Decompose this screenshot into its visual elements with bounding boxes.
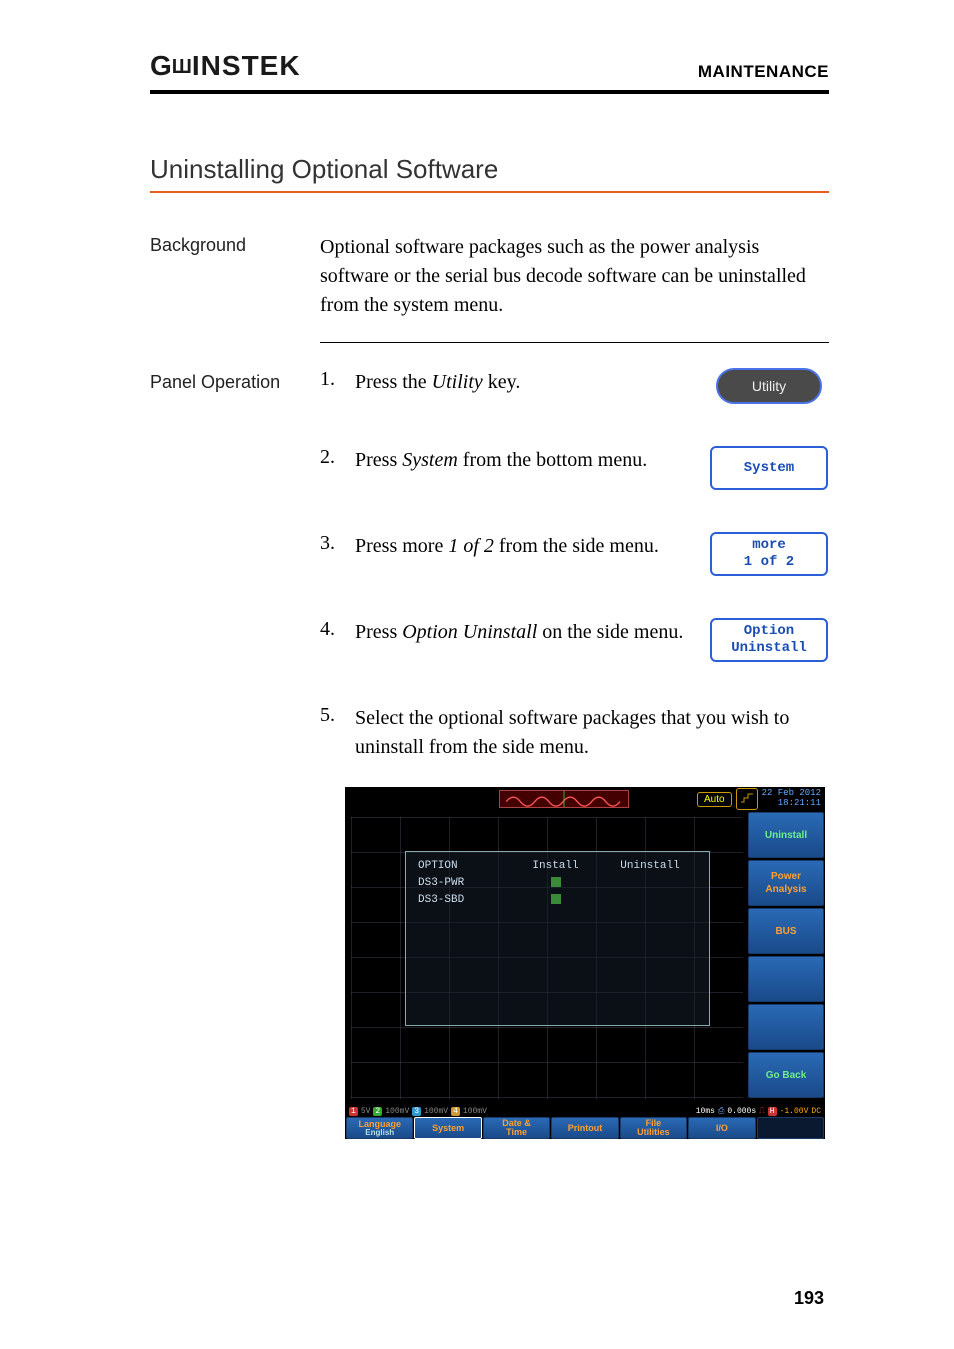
section-title: Uninstalling Optional Software [150, 154, 829, 193]
brand-logo: GШINSTEK [150, 50, 301, 82]
step-5-text: Select the optional software packages th… [355, 704, 829, 762]
dialog-row-ds3-pwr: DS3-PWR [418, 877, 697, 889]
option-dialog: OPTION Install Uninstall DS3-PWR DS3-SBD [405, 851, 710, 1026]
bottom-menu: Language English System Date & Time Prin… [345, 1117, 825, 1139]
datetime-display: 22 Feb 2012 18:21:11 [762, 789, 821, 809]
step-4-text: Press Option Uninstall on the side menu. [355, 618, 699, 647]
page-header: GШINSTEK MAINTENANCE [150, 50, 829, 94]
step-4: 4. Press Option Uninstall on the side me… [320, 618, 829, 662]
step-1: 1. Press the Utility key. Utility [320, 368, 829, 404]
btab-system[interactable]: System [414, 1117, 481, 1139]
background-text: Optional software packages such as the p… [320, 233, 829, 343]
side-btn-power-analysis[interactable]: Power Analysis [748, 860, 824, 906]
utility-key-icon: Utility [716, 368, 822, 404]
btab-empty[interactable] [757, 1117, 824, 1139]
step-2-text: Press System from the bottom menu. [355, 446, 699, 475]
step-3-text: Press more 1 of 2 from the side menu. [355, 532, 699, 561]
panel-operation-row: Panel Operation 1. Press the Utility key… [150, 368, 829, 777]
memory-icon: ⎙ [718, 1107, 724, 1116]
background-label: Background [150, 233, 320, 368]
side-btn-empty-1[interactable] [748, 956, 824, 1002]
step-1-text: Press the Utility key. [355, 368, 699, 397]
waveform-preview-icon [499, 790, 629, 808]
header-section-title: MAINTENANCE [698, 62, 829, 82]
page-number: 193 [794, 1288, 824, 1309]
step-2: 2. Press System from the bottom menu. Sy… [320, 446, 829, 490]
btab-file-utilities[interactable]: File Utilities [620, 1117, 687, 1139]
dialog-header: OPTION Install Uninstall [418, 860, 697, 872]
btab-date-time[interactable]: Date & Time [483, 1117, 550, 1139]
status-bar: 1 5V 2 100mV 3 100mV 4 100mV 10ms ⎙ 0.00… [345, 1105, 825, 1117]
check-icon [551, 877, 561, 887]
more-softkey-icon: more 1 of 2 [710, 532, 828, 576]
btab-printout[interactable]: Printout [551, 1117, 618, 1139]
check-icon [551, 894, 561, 904]
scope-graticule: OPTION Install Uninstall DS3-PWR DS3-SBD [345, 811, 747, 1105]
logo-glyph-icon: Ш [172, 56, 193, 79]
step-5: 5. Select the optional software packages… [320, 704, 829, 762]
side-btn-bus[interactable]: BUS [748, 908, 824, 954]
side-btn-empty-2[interactable] [748, 1004, 824, 1050]
background-row: Background Optional software packages su… [150, 233, 829, 368]
step-3: 3. Press more 1 of 2 from the side menu.… [320, 532, 829, 576]
side-btn-go-back[interactable]: Go Back [748, 1052, 824, 1098]
dialog-row-ds3-sbd: DS3-SBD [418, 894, 697, 906]
trigger-mode-icon [736, 788, 758, 810]
panel-operation-label: Panel Operation [150, 368, 320, 777]
side-title-uninstall: Uninstall [748, 812, 824, 858]
btab-language[interactable]: Language English [346, 1117, 413, 1139]
auto-badge: Auto [697, 792, 732, 807]
option-uninstall-softkey-icon: Option Uninstall [710, 618, 828, 662]
btab-io[interactable]: I/O [688, 1117, 755, 1139]
edge-icon: ⎍ [759, 1107, 765, 1116]
system-softkey-icon: System [710, 446, 828, 490]
scope-top-bar: Auto 22 Feb 2012 18:21:11 [345, 787, 825, 811]
oscilloscope-screenshot: Auto 22 Feb 2012 18:21:11 OPTION Install… [345, 787, 829, 1139]
side-menu: Uninstall Power Analysis BUS Go Back [747, 811, 825, 1105]
